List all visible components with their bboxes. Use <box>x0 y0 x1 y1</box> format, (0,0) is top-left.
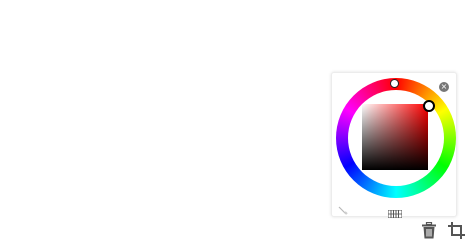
editor-canvas-area: × <box>0 0 474 244</box>
palette-swatches-button[interactable] <box>387 203 403 219</box>
palette-swatches-icon <box>387 209 403 219</box>
saturation-value-handle[interactable] <box>423 100 435 112</box>
delete-button[interactable] <box>421 221 437 239</box>
crop-button[interactable] <box>448 222 465 239</box>
close-icon: × <box>440 82 448 91</box>
hue-handle[interactable] <box>390 79 399 88</box>
eyedropper-button[interactable] <box>338 201 348 215</box>
trash-icon <box>422 221 436 239</box>
close-picker-button[interactable]: × <box>439 82 449 92</box>
eyedropper-icon <box>338 206 348 215</box>
crop-icon <box>448 222 465 239</box>
saturation-value-square[interactable] <box>362 104 428 170</box>
